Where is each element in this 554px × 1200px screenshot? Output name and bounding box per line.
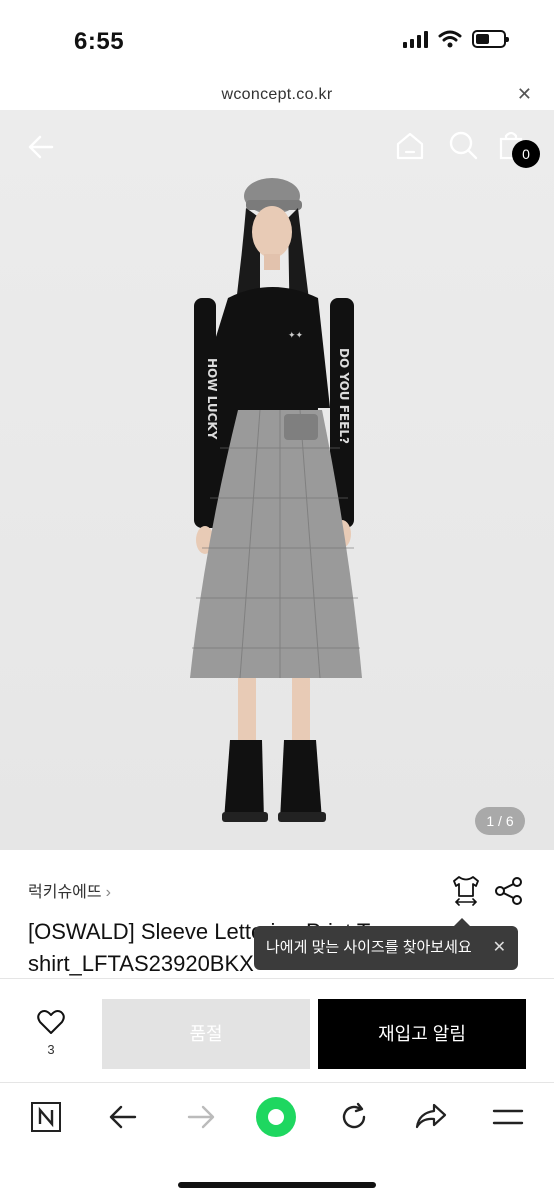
home-icon[interactable] xyxy=(394,130,426,162)
size-fit-icon[interactable] xyxy=(450,874,482,906)
product-info: 럭키슈에뜨› [OSWALD] Sleeve Lettering Print T… xyxy=(0,850,554,980)
menu-icon[interactable] xyxy=(492,1107,524,1127)
forward-arrow-icon[interactable] xyxy=(186,1103,216,1131)
refresh-icon[interactable] xyxy=(338,1101,370,1133)
brand-link[interactable]: 럭키슈에뜨 › xyxy=(28,878,111,902)
search-icon[interactable] xyxy=(448,130,478,160)
share-arrow-icon[interactable] xyxy=(414,1101,448,1131)
url-bar[interactable]: wconcept.co.kr ✕ xyxy=(0,80,554,110)
status-icons xyxy=(403,30,509,48)
product-title-line2: shirt_LFTAS23920BKX xyxy=(28,951,254,976)
size-tooltip[interactable]: 나에게 맞는 사이즈를 찾아보세요 ✕ xyxy=(254,918,518,970)
product-title-line1: [OSWALD] Sleeve L xyxy=(28,919,227,944)
cellular-signal-icon xyxy=(403,30,428,48)
image-counter: 1 / 6 xyxy=(475,807,525,835)
like-button[interactable]: 3 xyxy=(36,1009,66,1057)
svg-text:HOW LUCKY: HOW LUCKY xyxy=(205,358,219,440)
chevron-right-icon: › xyxy=(105,884,111,901)
battery-icon xyxy=(472,30,509,48)
restock-notify-button[interactable]: 재입고 알림 xyxy=(318,999,526,1069)
soldout-button: 품절 xyxy=(102,999,310,1069)
svg-text:✦✦: ✦✦ xyxy=(288,331,304,341)
purchase-bar: 3 품절 재입고 알림 xyxy=(0,978,554,1082)
wifi-icon xyxy=(438,30,462,48)
share-icon[interactable] xyxy=(494,876,524,906)
product-photo: HOW LUCKY DO YOU FEEL? ✦✦ xyxy=(190,178,362,822)
heart-icon xyxy=(37,1010,65,1034)
close-icon[interactable]: ✕ xyxy=(493,926,506,970)
product-image-gallery[interactable]: HOW LUCKY DO YOU FEEL? ✦✦ 0 1 / 6 xyxy=(0,110,554,850)
size-tooltip-text: 나에게 맞는 사이즈를 찾아보세요 xyxy=(266,939,472,956)
cart-count-badge[interactable]: 0 xyxy=(512,140,540,168)
svg-text:DO YOU FEEL?: DO YOU FEEL? xyxy=(337,348,351,444)
green-dot-icon[interactable] xyxy=(255,1096,297,1138)
back-arrow-icon[interactable] xyxy=(26,132,56,162)
url-text: wconcept.co.kr xyxy=(221,86,333,103)
home-indicator[interactable] xyxy=(178,1182,376,1188)
back-arrow-icon[interactable] xyxy=(108,1103,138,1131)
brand-name: 럭키슈에뜨 xyxy=(28,884,102,901)
status-bar: 6:55 xyxy=(0,0,554,80)
status-time: 6:55 xyxy=(74,28,125,55)
naver-n-icon[interactable] xyxy=(30,1101,62,1133)
close-icon[interactable]: ✕ xyxy=(517,84,532,105)
like-count: 3 xyxy=(47,1042,55,1057)
